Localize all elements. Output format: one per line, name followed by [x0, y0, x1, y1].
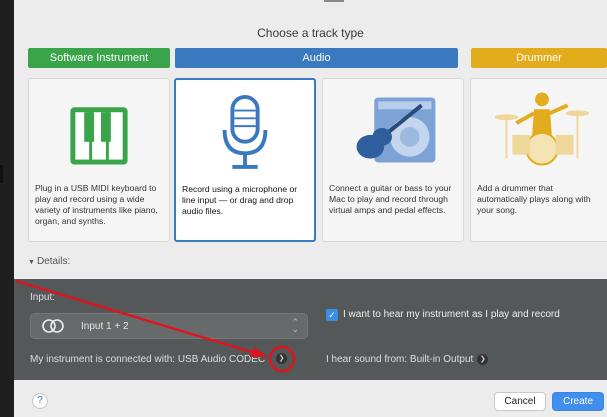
- input-value: Input 1 + 2: [81, 321, 129, 332]
- category-audio[interactable]: Audio: [175, 48, 458, 68]
- stereo-input-icon: [42, 319, 64, 333]
- card-drummer[interactable]: Add a drummer that automatically plays a…: [470, 78, 607, 242]
- card-description: Add a drummer that automatically plays a…: [477, 183, 591, 215]
- connected-device-arrow-button[interactable]: ❯: [276, 353, 287, 364]
- sound-output-arrow-button[interactable]: ❯: [477, 354, 489, 365]
- input-select[interactable]: Input 1 + 2 ⌃ ⌄: [30, 313, 308, 339]
- piano-keyboard-icon: [70, 107, 128, 165]
- monitor-checkbox[interactable]: ✓: [326, 309, 338, 321]
- disclosure-triangle-icon: ▼: [28, 259, 35, 266]
- drummer-icon: [494, 92, 590, 166]
- dialog-top-handle: [324, 0, 344, 2]
- guitar-amp-icon: [356, 97, 436, 163]
- background-window: [0, 0, 14, 417]
- category-drummer[interactable]: Drummer: [471, 48, 607, 68]
- cancel-button[interactable]: Cancel: [494, 392, 546, 411]
- monitor-checkbox-label: I want to hear my instrument as I play a…: [343, 309, 560, 320]
- card-description: Connect a guitar or bass to your Mac to …: [329, 183, 452, 215]
- details-disclosure[interactable]: ▼ Details:: [28, 256, 70, 267]
- sound-output-text: I hear sound from: Built-in Output: [326, 354, 474, 366]
- card-microphone[interactable]: Record using a microphone or line input …: [174, 78, 316, 242]
- dialog-title: Choose a track type: [257, 26, 364, 40]
- card-description: Record using a microphone or line input …: [182, 184, 298, 216]
- card-description: Plug in a USB MIDI keyboard to play and …: [35, 183, 158, 226]
- input-label: Input:: [30, 292, 56, 303]
- category-software-instrument[interactable]: Software Instrument: [28, 48, 170, 68]
- background-edge-mark: [0, 165, 3, 183]
- create-button[interactable]: Create: [552, 392, 604, 411]
- card-guitar[interactable]: Connect a guitar or bass to your Mac to …: [322, 78, 464, 242]
- new-track-dialog: Choose a track type Software Instrument …: [14, 0, 607, 417]
- microphone-icon: [222, 95, 268, 169]
- updown-chevron-icon: ⌃ ⌄: [291, 317, 299, 334]
- help-button[interactable]: ?: [32, 393, 48, 409]
- sound-output-label: I hear sound from: Built-in Output ❯: [326, 354, 489, 366]
- connected-device-label: My instrument is connected with: USB Aud…: [30, 354, 266, 365]
- details-label: Details:: [36, 256, 71, 267]
- card-software-instrument[interactable]: Plug in a USB MIDI keyboard to play and …: [28, 78, 170, 242]
